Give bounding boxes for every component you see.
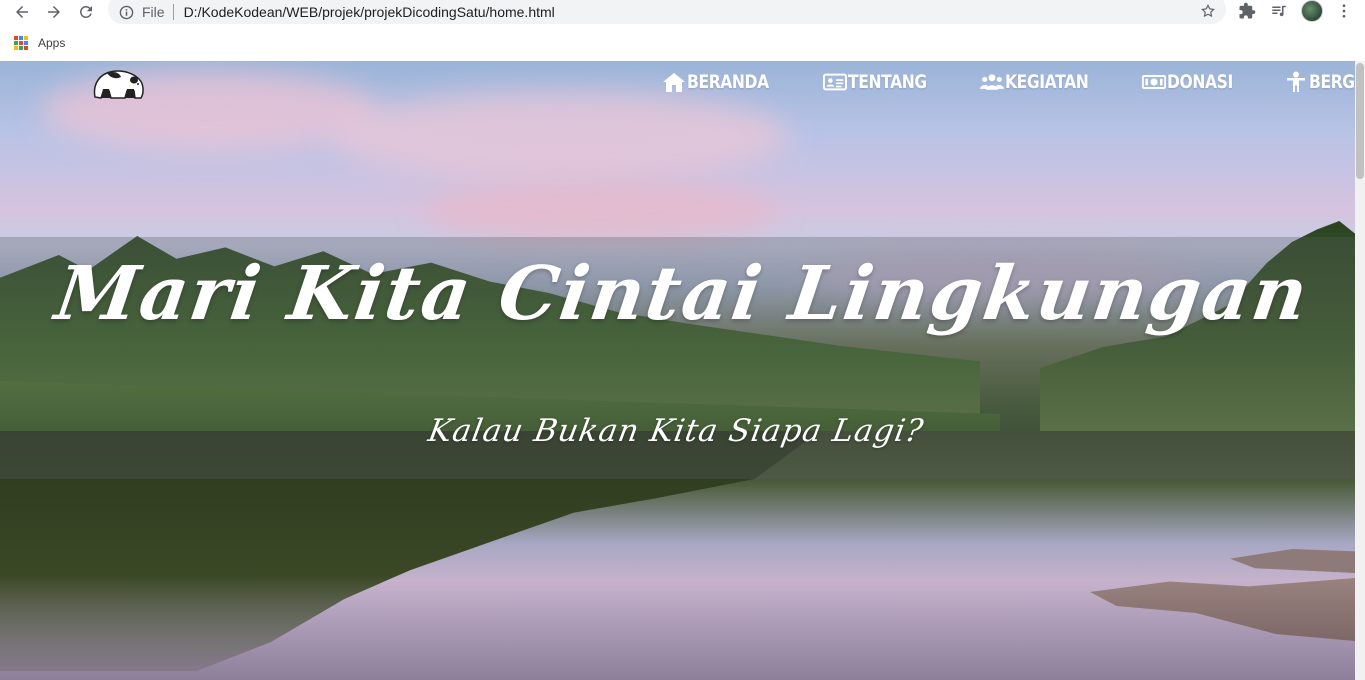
- nav-kegiatan[interactable]: KEGIATAN: [979, 71, 1107, 93]
- nav-label: BERGABUNG: [1308, 71, 1355, 93]
- money-icon: [1142, 75, 1167, 89]
- hero-section: Mari Kita Cintai Lingkungan Kalau Bukan …: [0, 61, 1355, 680]
- page-scrollbar[interactable]: [1355, 61, 1365, 680]
- panda-logo-icon[interactable]: [89, 67, 145, 101]
- hero-headline: Mari Kita Cintai Lingkungan: [50, 251, 1315, 337]
- address-bar[interactable]: File D:/KodeKodean/WEB/projek/projekDico…: [108, 0, 1226, 24]
- back-button[interactable]: [6, 0, 38, 24]
- arrow-left-icon: [16, 6, 28, 18]
- sky-cloud: [420, 181, 780, 241]
- reload-icon: [79, 5, 92, 18]
- media-queue-icon[interactable]: [1269, 1, 1289, 21]
- page-viewport: Mari Kita Cintai Lingkungan Kalau Bukan …: [0, 61, 1365, 680]
- reload-button[interactable]: [70, 0, 102, 24]
- nav-label: KEGIATAN: [1004, 71, 1089, 93]
- profile-avatar[interactable]: [1301, 0, 1323, 22]
- apps-shortcut[interactable]: Apps: [38, 36, 65, 50]
- arrow-right-icon: [48, 6, 60, 18]
- extensions-puzzle-icon[interactable]: [1237, 1, 1257, 21]
- url-text[interactable]: D:/KodeKodean/WEB/projek/projekDicodingS…: [184, 4, 555, 20]
- nav-label: BERANDA: [687, 71, 769, 93]
- nav-beranda[interactable]: BERANDA: [662, 71, 787, 93]
- scrollbar-thumb[interactable]: [1356, 63, 1364, 179]
- nav-label: DONASI: [1167, 71, 1234, 93]
- sky-cloud: [330, 91, 790, 181]
- nav-bergabung[interactable]: BERGABUNG: [1284, 71, 1355, 93]
- more-menu-icon[interactable]: [1334, 1, 1354, 21]
- forward-button[interactable]: [38, 0, 70, 24]
- home-icon: [663, 73, 685, 92]
- bookmark-star-icon[interactable]: [1200, 3, 1216, 19]
- omnibox-divider: [172, 4, 174, 20]
- nav-donasi[interactable]: DONASI: [1142, 71, 1247, 93]
- apps-grid-icon[interactable]: [14, 35, 28, 50]
- scheme-label: File: [142, 4, 165, 20]
- users-icon: [979, 74, 1004, 90]
- bookmarks-bar: Apps: [0, 24, 1365, 61]
- nav-label: TENTANG: [847, 71, 927, 93]
- hero-subheadline: Kalau Bukan Kita Siapa Lagi?: [425, 413, 927, 449]
- nav-tentang[interactable]: TENTANG: [822, 71, 944, 93]
- person-icon: [1286, 71, 1305, 92]
- id-card-icon: [822, 73, 847, 91]
- info-icon[interactable]: [118, 4, 134, 20]
- browser-toolbar: File D:/KodeKodean/WEB/projek/projekDico…: [0, 0, 1365, 24]
- main-nav: BERANDA TENTANG KEGIATAN DONASI BERGABUN…: [662, 71, 1355, 93]
